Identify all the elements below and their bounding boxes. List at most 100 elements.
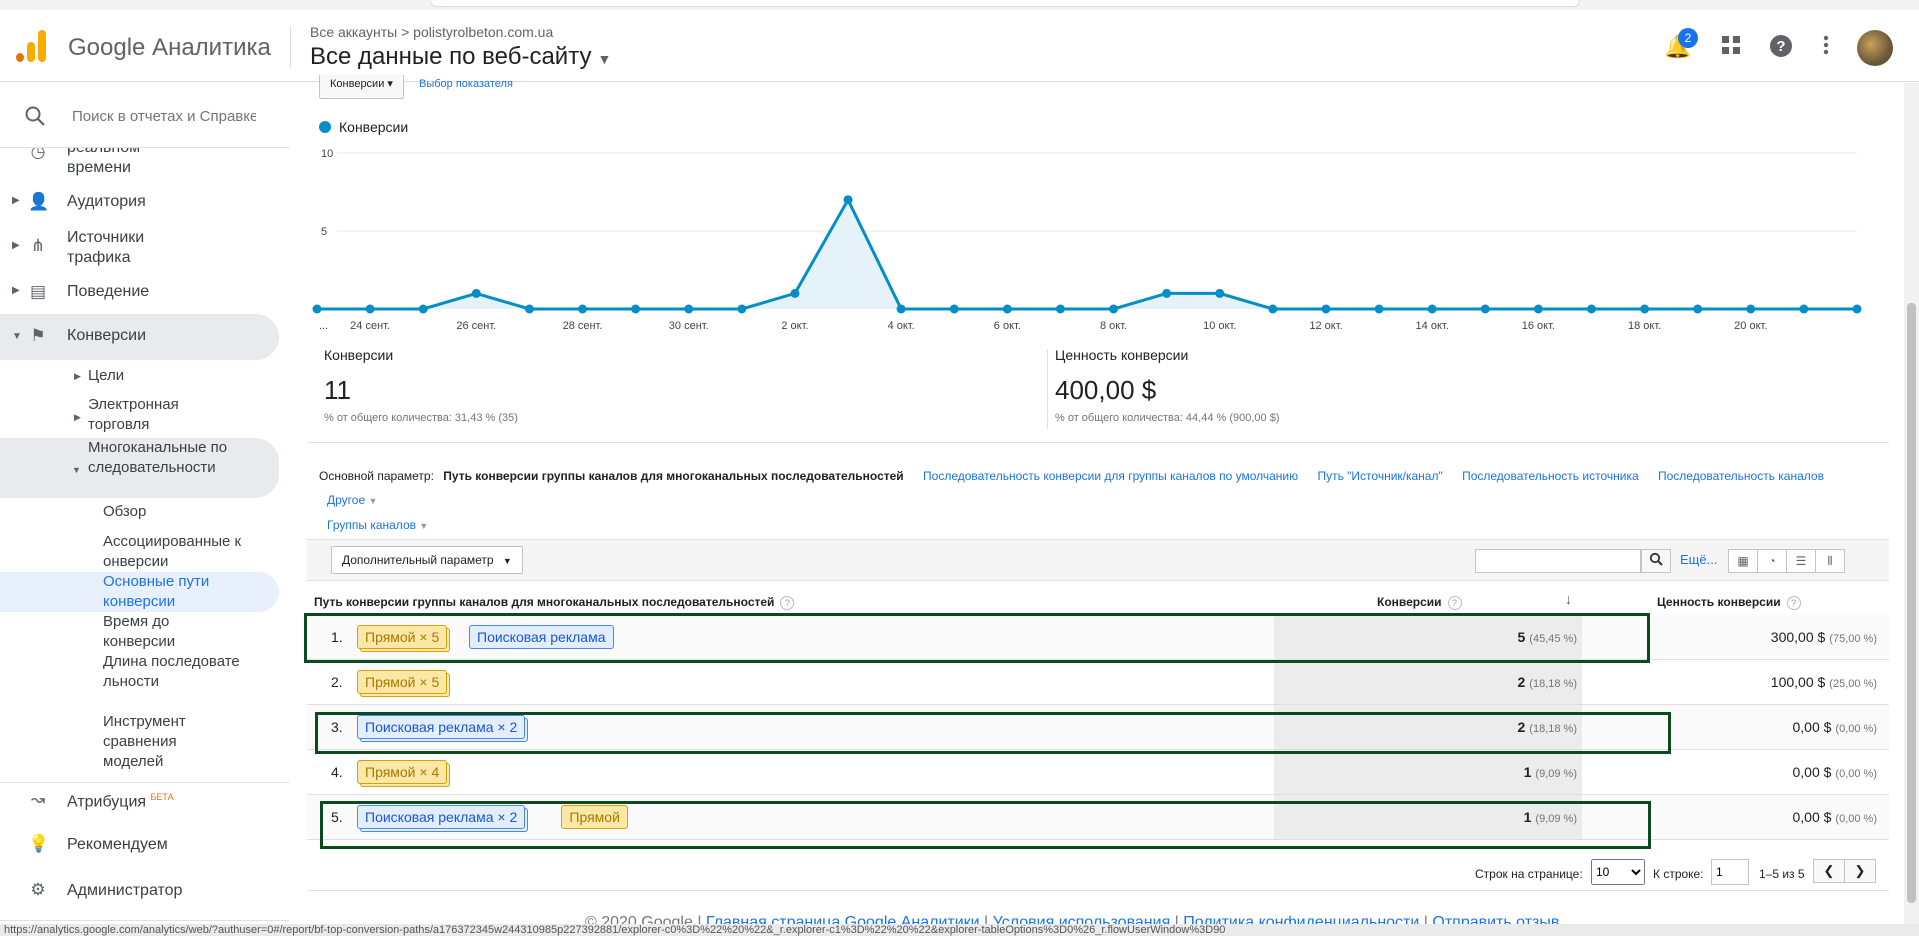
data-point[interactable]	[1215, 288, 1225, 298]
sidebar-divider	[0, 782, 289, 783]
sidebar-item-path-length[interactable]: Длина последовательности	[103, 652, 243, 692]
sidebar-item-ecommerce[interactable]: ▶ Электронная торговля	[74, 395, 218, 435]
col-conv-header[interactable]: Конверсии?	[1377, 595, 1462, 610]
metric-conversions[interactable]: Конверсии 11 % от общего количества: 31,…	[324, 347, 518, 424]
data-point[interactable]	[471, 288, 481, 298]
scrollbar-thumb[interactable]	[1907, 303, 1916, 903]
data-point[interactable]	[1746, 304, 1756, 314]
help-icon[interactable]: ?	[1447, 596, 1462, 610]
data-point[interactable]	[365, 304, 375, 314]
sidebar-item-conversions[interactable]: ▼ ⚑ Конверсии	[0, 314, 280, 360]
data-point[interactable]	[1268, 304, 1278, 314]
sidebar-item-top-paths[interactable]: Основные пути конверсии	[103, 572, 233, 612]
data-point[interactable]	[1533, 304, 1543, 314]
primary-dimension-bar: Основной параметр: Путь конверсии группы…	[319, 464, 1879, 538]
pivot-view-icon[interactable]: ⦀	[1815, 549, 1845, 573]
table-view-icon[interactable]: ▦	[1728, 549, 1758, 573]
view-selector[interactable]: Все данные по веб-сайту ▼	[310, 43, 611, 71]
data-point[interactable]	[1109, 304, 1119, 314]
data-point[interactable]	[737, 304, 747, 314]
primary-dimension-selected: Путь конверсии группы каналов для многок…	[443, 469, 904, 483]
view-switcher: ▦ ◔ ☰ ⦀	[1728, 549, 1845, 573]
sidebar-item-goals[interactable]: ▶ Цели	[74, 366, 124, 386]
data-point[interactable]	[1374, 304, 1384, 314]
data-point[interactable]	[1321, 304, 1331, 314]
data-point[interactable]	[312, 304, 322, 314]
channel-groups-dropdown[interactable]: Группы каналов ▼	[327, 513, 1879, 538]
sidebar-item-audience[interactable]: ▶ 👤 Аудитория	[0, 190, 280, 220]
help-icon[interactable]: ?	[1768, 34, 1794, 60]
col-value-header[interactable]: Ценность конверсии?	[1657, 595, 1801, 610]
data-point[interactable]	[631, 304, 641, 314]
sidebar-item-behavior[interactable]: ▶ ▤ Поведение	[0, 280, 280, 310]
prev-page-button[interactable]: ❮	[1813, 859, 1845, 883]
sidebar-item-realtime[interactable]: ◷ реальном времени	[0, 147, 280, 182]
x-tick-label: 14 окт.	[1416, 320, 1449, 332]
data-point[interactable]	[949, 304, 959, 314]
dimension-link-default-channel[interactable]: Последовательность конверсии для группы …	[923, 469, 1298, 483]
next-page-button[interactable]: ❯	[1844, 859, 1876, 883]
clock-icon: ◷	[30, 147, 46, 161]
data-point[interactable]	[1693, 304, 1703, 314]
dimension-link-source-path[interactable]: Последовательность источника	[1462, 469, 1639, 483]
sidebar-item-mcf[interactable]: ▼ Многоканальные последовательности	[72, 438, 228, 478]
data-point[interactable]	[1586, 304, 1596, 314]
sidebar-item-admin[interactable]: ⚙ Администратор	[0, 878, 280, 908]
breadcrumb[interactable]: Все аккаунты > polistyrolbeton.com.ua	[310, 24, 553, 40]
help-icon[interactable]: ?	[1786, 596, 1801, 610]
metric-conversion-value[interactable]: Ценность конверсии 400,00 $ % от общего …	[1055, 347, 1280, 424]
go-to-row-input[interactable]	[1711, 859, 1749, 885]
table-search-button[interactable]	[1641, 549, 1671, 573]
user-avatar[interactable]	[1857, 30, 1893, 66]
sidebar-item-recommended[interactable]: 💡 Рекомендуем	[0, 832, 280, 862]
table-search-input[interactable]	[1475, 549, 1641, 573]
secondary-dimension-button[interactable]: Дополнительный параметр ▼	[331, 546, 523, 574]
data-point[interactable]	[418, 304, 428, 314]
data-point[interactable]	[1427, 304, 1437, 314]
col-conv-label: Конверсии	[1377, 595, 1442, 609]
metric-select[interactable]: Конверсии ▾	[319, 75, 404, 99]
data-point[interactable]	[1640, 304, 1650, 314]
dropdown-arrow-icon: ▼	[597, 51, 612, 67]
channel-chip-direct[interactable]: Прямой × 4	[357, 760, 448, 784]
more-vert-icon[interactable]	[1813, 34, 1839, 60]
rows-per-page-select[interactable]: 10	[1591, 859, 1645, 885]
dimension-link-source-medium[interactable]: Путь "Источник/канал"	[1317, 469, 1442, 483]
help-icon[interactable]: ?	[780, 596, 795, 610]
value-percent: (75,00 %)	[1829, 633, 1877, 645]
sort-desc-icon[interactable]: ↓	[1565, 591, 1572, 607]
x-tick-label: 16 окт.	[1522, 320, 1555, 332]
advanced-link[interactable]: Ещё...	[1680, 552, 1717, 567]
data-point[interactable]	[1480, 304, 1490, 314]
data-point[interactable]	[1799, 304, 1809, 314]
data-point[interactable]	[524, 304, 534, 314]
breadcrumb-property[interactable]: polistyrolbeton.com.ua	[413, 24, 553, 40]
data-point[interactable]	[1852, 304, 1862, 314]
data-point[interactable]	[1002, 304, 1012, 314]
apps-grid-icon[interactable]	[1718, 34, 1744, 60]
channel-chip-direct[interactable]: Прямой × 5	[357, 670, 448, 694]
sidebar-item-model-compare[interactable]: Инструмент сравнения моделей	[103, 712, 213, 772]
performance-view-icon[interactable]: ☰	[1786, 549, 1816, 573]
data-point[interactable]	[1162, 288, 1172, 298]
sidebar-item-overview[interactable]: Обзор	[103, 502, 146, 522]
data-point[interactable]	[578, 304, 588, 314]
data-point[interactable]	[684, 304, 694, 314]
sidebar-item-acquisition[interactable]: ▶ ⋔ Источники трафика	[0, 226, 280, 270]
analytics-logo[interactable]	[16, 30, 48, 62]
other-dimension-dropdown[interactable]: Другое ▼	[327, 488, 1879, 513]
dropdown-arrow-icon: ▼	[368, 496, 378, 506]
pie-view-icon[interactable]: ◔	[1757, 549, 1787, 573]
sidebar-item-assisted[interactable]: Ассоциированные конверсии	[103, 532, 243, 572]
data-point[interactable]	[790, 288, 800, 298]
sidebar-item-attribution[interactable]: ↝ Атрибуция БЕТА	[0, 788, 280, 818]
search-input[interactable]	[72, 105, 256, 127]
dimension-link-medium-path[interactable]: Последовательность каналов	[1658, 469, 1824, 483]
breadcrumb-account[interactable]: Все аккаунты	[310, 24, 397, 40]
page-scrollbar[interactable]	[1904, 83, 1919, 924]
pick-metric-link[interactable]: Выбор показателя	[419, 78, 513, 90]
sidebar-item-time-lag[interactable]: Время до конверсии	[103, 612, 223, 652]
data-point[interactable]	[896, 304, 906, 314]
data-point[interactable]	[843, 195, 853, 205]
data-point[interactable]	[1055, 304, 1065, 314]
